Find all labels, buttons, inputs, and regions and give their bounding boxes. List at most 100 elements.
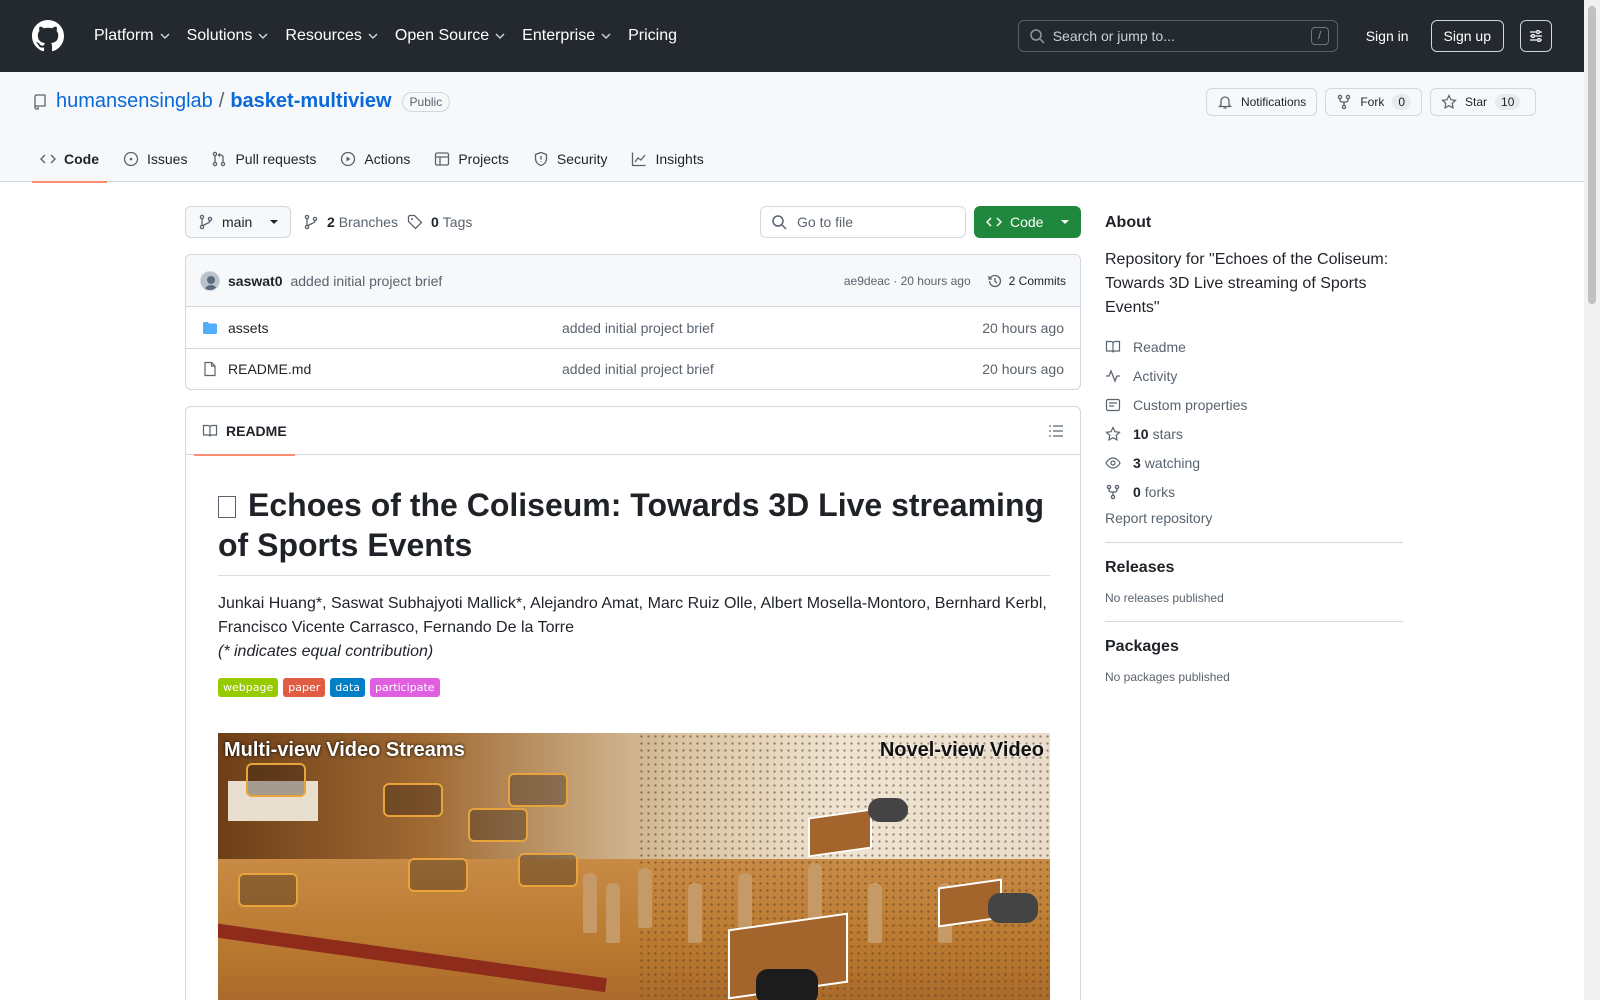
tab-actions[interactable]: Actions [332,136,418,182]
file-commit-message[interactable]: added initial project brief [562,320,982,336]
data-badge[interactable]: data [330,678,366,697]
repo-name-link[interactable]: basket-multiview [230,90,391,113]
table-icon [435,152,450,166]
star-button[interactable]: Star 10 [1430,88,1536,116]
repo-header: humansensinglab / basket-multiview Publi… [0,72,1584,183]
player-figure [606,883,620,943]
tab-security[interactable]: Security [525,136,616,182]
report-repository-link[interactable]: Report repository [1105,510,1403,526]
tab-insights[interactable]: Insights [623,136,711,182]
code-icon [986,217,1002,227]
file-commit-date: 20 hours ago [982,319,1064,336]
file-commit-message[interactable]: added initial project brief [562,361,982,377]
repo-title: humansensinglab / basket-multiview Publi… [32,90,451,113]
page-scrollbar[interactable] [1584,0,1600,1000]
caret-down-icon [1061,220,1069,224]
graph-icon [632,152,646,167]
nav-resources[interactable]: Resources [277,20,386,52]
paper-badge[interactable]: paper [283,678,326,697]
sidebar-divider [1105,621,1403,622]
search-icon [1029,29,1045,44]
nav-solutions[interactable]: Solutions [179,20,278,52]
commit-author[interactable]: saswat0 [228,273,282,289]
star-count: 10 [1495,94,1521,110]
code-dropdown-button[interactable]: Code [974,206,1081,238]
settings-menu-button[interactable] [1520,20,1552,52]
tab-issues[interactable]: Issues [115,136,195,182]
activity-link[interactable]: Activity [1105,361,1403,390]
table-row[interactable]: README.md added initial project brief 20… [186,348,1080,389]
tab-pull-requests[interactable]: Pull requests [203,136,324,182]
badge-row: webpage paper data participate [218,678,1050,697]
releases-heading[interactable]: Releases [1105,559,1403,577]
chevron-down-icon [601,33,611,40]
camera-icon [383,783,443,817]
webpage-badge[interactable]: webpage [218,678,279,697]
commit-meta: ae9deac · 20 hours ago [844,274,971,288]
history-icon [988,274,1001,287]
header-right: Search or jump to... / Sign in Sign up [1017,20,1552,52]
fork-button[interactable]: Fork 0 [1325,88,1422,116]
book-icon [202,424,218,437]
branches-link[interactable]: 2 Branches [303,206,398,238]
readme-tab[interactable]: README [194,407,295,456]
chevron-down-icon [160,33,170,40]
participate-badge[interactable]: participate [370,678,440,697]
readme-title: Echoes of the Coliseum: Towards 3D Live … [218,485,1050,576]
nav-open-source-label: Open Source [394,27,490,44]
issue-icon [123,151,139,167]
star-label: Star [1465,95,1488,109]
tags-link[interactable]: 0 Tags [407,206,472,238]
repo-icon [34,93,46,110]
github-logo-icon[interactable] [32,20,64,52]
stars-link[interactable]: 10 stars [1105,419,1403,448]
star-icon [1441,94,1457,110]
nav-platform[interactable]: Platform [86,20,179,52]
commits-history-link[interactable]: 2 Commits [987,273,1066,289]
table-row[interactable]: assets added initial project brief 20 ho… [186,307,1080,348]
commit-message[interactable]: added initial project brief [290,273,442,289]
player-figure [688,883,702,943]
tab-code[interactable]: Code [32,136,107,183]
commit-hash[interactable]: ae9deac [844,274,890,288]
nav-open-source[interactable]: Open Source [387,20,514,52]
nav-pricing-label: Pricing [628,27,677,44]
watching-count: 3 [1133,454,1141,471]
forks-label: forks [1144,483,1176,500]
sign-in-link[interactable]: Sign in [1354,28,1421,44]
custom-properties-link[interactable]: Custom properties [1105,390,1403,419]
packages-heading[interactable]: Packages [1105,638,1403,656]
notifications-button[interactable]: Notifications [1205,88,1318,116]
nav-enterprise-label: Enterprise [522,27,596,44]
tab-pull-requests-label: Pull requests [235,151,317,167]
tab-security-label: Security [556,151,608,167]
branch-selector[interactable]: main [185,206,292,238]
file-name[interactable]: README.md [228,361,562,377]
nav-pricing[interactable]: Pricing [620,20,685,52]
repo-actions: Notifications Fork 0 Star 10 [1205,88,1536,116]
nav-resources-label: Resources [285,27,362,44]
repo-owner-link[interactable]: humansensinglab [56,90,213,113]
readme-link[interactable]: Readme [1105,332,1403,361]
stars-label: stars [1152,425,1183,442]
global-search-input[interactable]: Search or jump to... / [1017,20,1338,52]
watching-link[interactable]: 3 watching [1105,448,1403,477]
code-icon [40,154,56,164]
sign-up-button[interactable]: Sign up [1430,20,1504,52]
code-button-label: Code [1010,214,1044,230]
nav-enterprise[interactable]: Enterprise [514,20,620,52]
custom-properties-label: Custom properties [1133,396,1248,413]
search-shortcut-key: / [1310,27,1329,45]
chevron-down-icon [258,33,268,40]
tab-projects[interactable]: Projects [426,136,517,182]
camera-icon [508,773,568,807]
go-to-file-placeholder: Go to file [797,214,854,230]
global-nav: Platform Solutions Resources Open Source… [86,20,685,52]
scrollbar-thumb[interactable] [1588,6,1596,304]
go-to-file-input[interactable]: Go to file [760,206,966,238]
avatar[interactable] [200,270,220,291]
table-of-contents-icon[interactable] [1048,423,1064,439]
commit-time: 20 hours ago [900,273,971,288]
forks-link[interactable]: 0 forks [1105,477,1403,506]
file-name[interactable]: assets [228,320,562,336]
